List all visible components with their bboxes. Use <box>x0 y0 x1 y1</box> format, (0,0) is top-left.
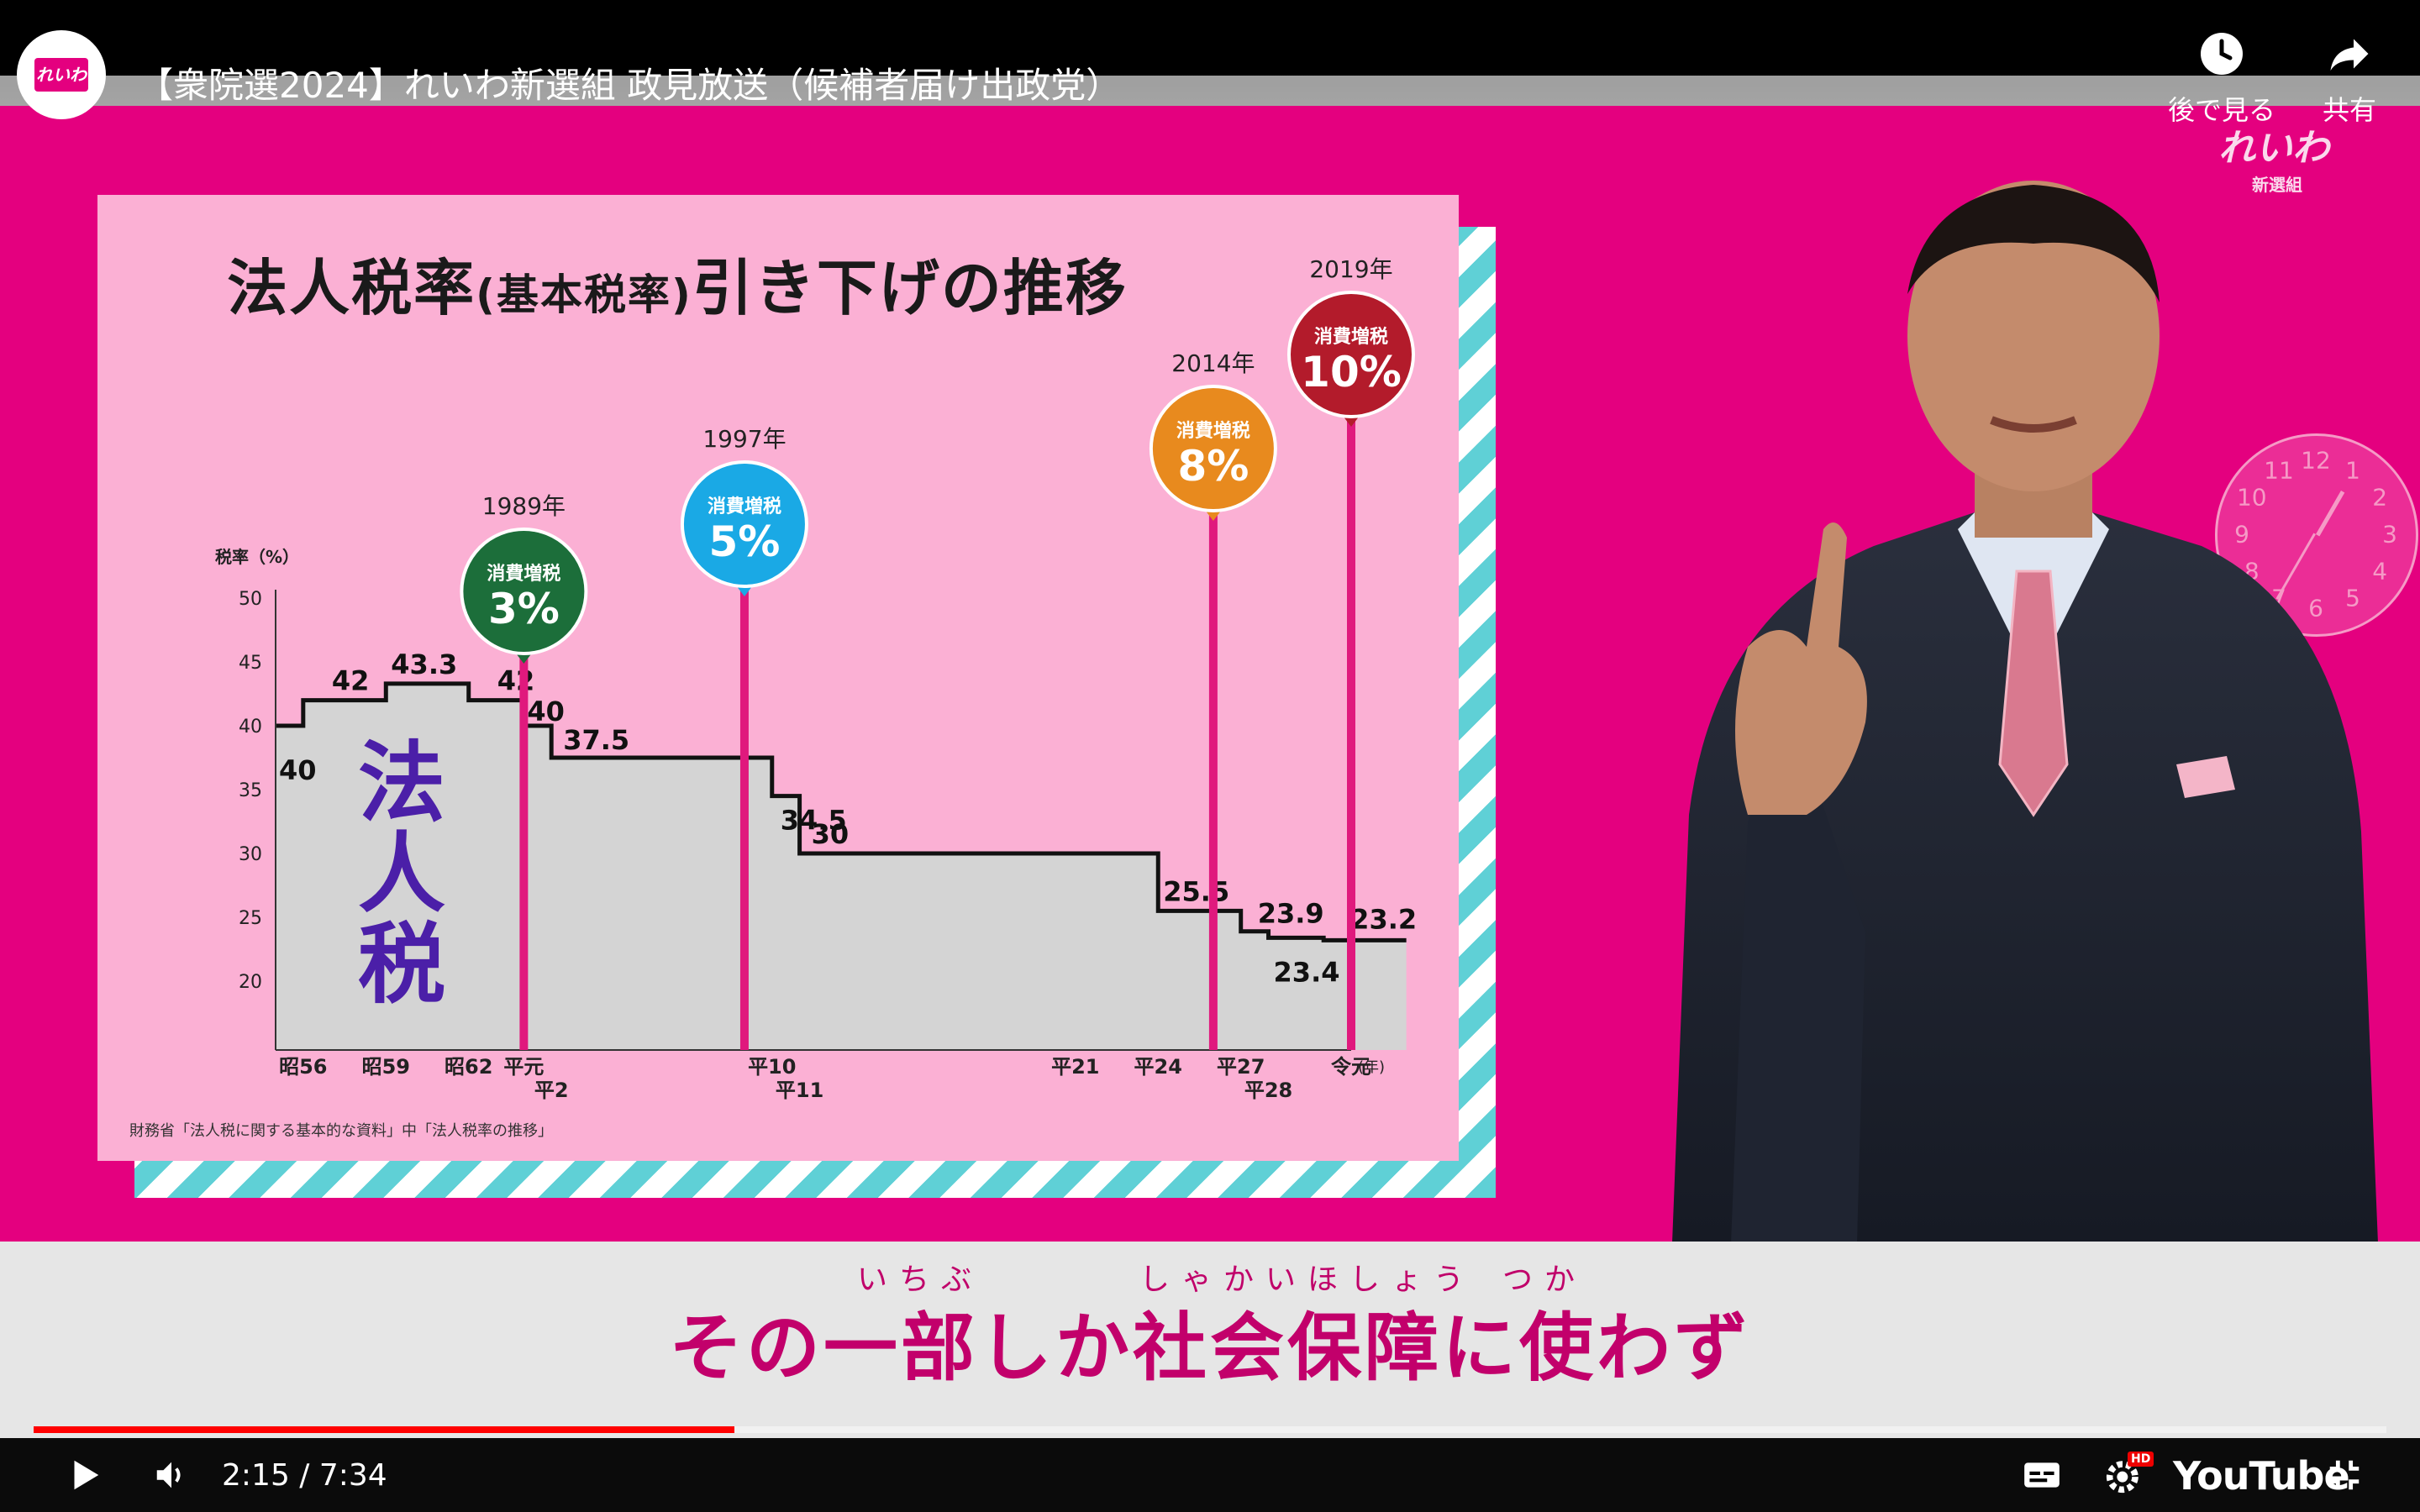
player-controls: 2:15 / 7:34 HD YouTube <box>0 1438 2420 1512</box>
speaker <box>1672 181 2378 1243</box>
data-label: 37.5 <box>563 724 629 756</box>
share-icon <box>2330 39 2369 71</box>
channel-logo-text: れいわ <box>34 58 88 92</box>
chart-source: 財務省「法人税に関する基本的な資料」中「法人税率の推移」 <box>129 1122 553 1140</box>
vat-pin-rate: 5% <box>709 517 781 566</box>
vat-pin-year: 2019年 <box>1309 255 1392 283</box>
chart-board: 法人税率(基本税率)引き下げの推移 税率（%） (年) 50 45 40 35 30 25 20… <box>97 195 1459 1161</box>
play-button[interactable] <box>50 1438 118 1512</box>
data-label: 40 <box>527 696 565 727</box>
vat-pin-text: 消費増税 <box>1314 326 1388 348</box>
y-tick-label: 45 <box>239 653 262 674</box>
x-tick-label: 昭56 <box>279 1055 327 1079</box>
side-label-char: 法 <box>358 732 445 834</box>
data-label: 25.5 <box>1163 875 1229 907</box>
x-tick-label: 平10 <box>748 1055 796 1079</box>
side-label-char: 税 <box>358 913 445 1016</box>
data-label: 30 <box>812 818 850 850</box>
vat-pin-rate: 3% <box>488 585 560 633</box>
y-axis-title: 税率（%） <box>215 547 299 567</box>
fullscreen-exit-icon <box>2329 1460 2360 1490</box>
data-label: 23.4 <box>1274 956 1340 988</box>
data-label: 42 <box>497 665 535 697</box>
x-tick-label: 平24 <box>1134 1055 1182 1079</box>
progress-played <box>34 1426 735 1433</box>
vat-pin-text: 消費増税 <box>487 563 560 585</box>
settings-button[interactable]: HD <box>2089 1438 2160 1512</box>
vat-pin-year: 1997年 <box>702 425 786 453</box>
time-display: 2:15 / 7:34 <box>222 1458 387 1493</box>
vat-pin-text: 消費増税 <box>708 496 781 517</box>
x-tick-label: 平27 <box>1217 1055 1265 1079</box>
x-tick-label: 平28 <box>1244 1079 1292 1102</box>
subtitle-text: その一部しか社会保障に使わず <box>668 1305 1751 1391</box>
vat-pin-year: 1989年 <box>482 492 566 520</box>
watch-later-icon <box>2201 33 2243 75</box>
share-button[interactable]: 共有 <box>2282 29 2417 128</box>
settings-hd-badge: HD <box>2128 1452 2154 1467</box>
y-tick-label: 50 <box>239 589 262 610</box>
x-tick-label: 平21 <box>1051 1055 1099 1079</box>
vat-pin-rate: 8% <box>1177 442 1249 491</box>
y-tick-label: 30 <box>239 844 262 865</box>
vat-pin-text: 消費増税 <box>1176 420 1250 442</box>
x-tick-label: 昭62 <box>445 1055 492 1079</box>
y-tick-label: 40 <box>239 717 262 738</box>
data-label: 23.9 <box>1258 898 1324 930</box>
y-tick-label: 35 <box>239 780 262 801</box>
play-icon <box>74 1460 99 1490</box>
y-tick-label: 20 <box>239 972 262 993</box>
x-tick-label: 平元 <box>503 1055 544 1079</box>
data-label: 43.3 <box>391 648 457 680</box>
data-label: 40 <box>279 754 317 786</box>
watermark-text: れいわ <box>2218 127 2329 170</box>
tax-rate-chart: 税率（%）(年)50454035302520昭56 昭59 昭62 平元平2平10平1… <box>215 255 1417 1102</box>
watch-later-button[interactable]: 後で見る <box>2154 29 2289 128</box>
y-tick-label: 25 <box>239 908 262 929</box>
data-label: 23.2 <box>1350 903 1417 935</box>
data-label: 42 <box>332 665 370 697</box>
vat-pin-year: 2014年 <box>1171 349 1255 377</box>
x-tick-label: 平2 <box>534 1079 569 1102</box>
progress-bar[interactable] <box>34 1426 2386 1433</box>
captions-icon <box>2024 1462 2060 1488</box>
x-tick-label: 平11 <box>776 1079 823 1102</box>
x-tick-label: 昭59 <box>362 1055 410 1079</box>
vat-pin-rate: 10% <box>1301 348 1402 396</box>
video-player[interactable]: れいわ 【衆院選2024】れいわ新選組 政見放送（候補者届け出政党） 後で見る … <box>0 0 2420 1512</box>
video-title[interactable]: 【衆院選2024】れいわ新選組 政見放送（候補者届け出政党） <box>138 57 1121 108</box>
side-label-char: 人 <box>358 822 445 925</box>
volume-icon <box>156 1462 181 1488</box>
volume-button[interactable] <box>138 1438 205 1512</box>
fullscreen-exit-button[interactable] <box>2311 1438 2378 1512</box>
captions-button[interactable] <box>2008 1438 2075 1512</box>
x-tick-label: 令元 <box>1331 1055 1371 1079</box>
channel-avatar[interactable]: れいわ <box>17 30 106 119</box>
